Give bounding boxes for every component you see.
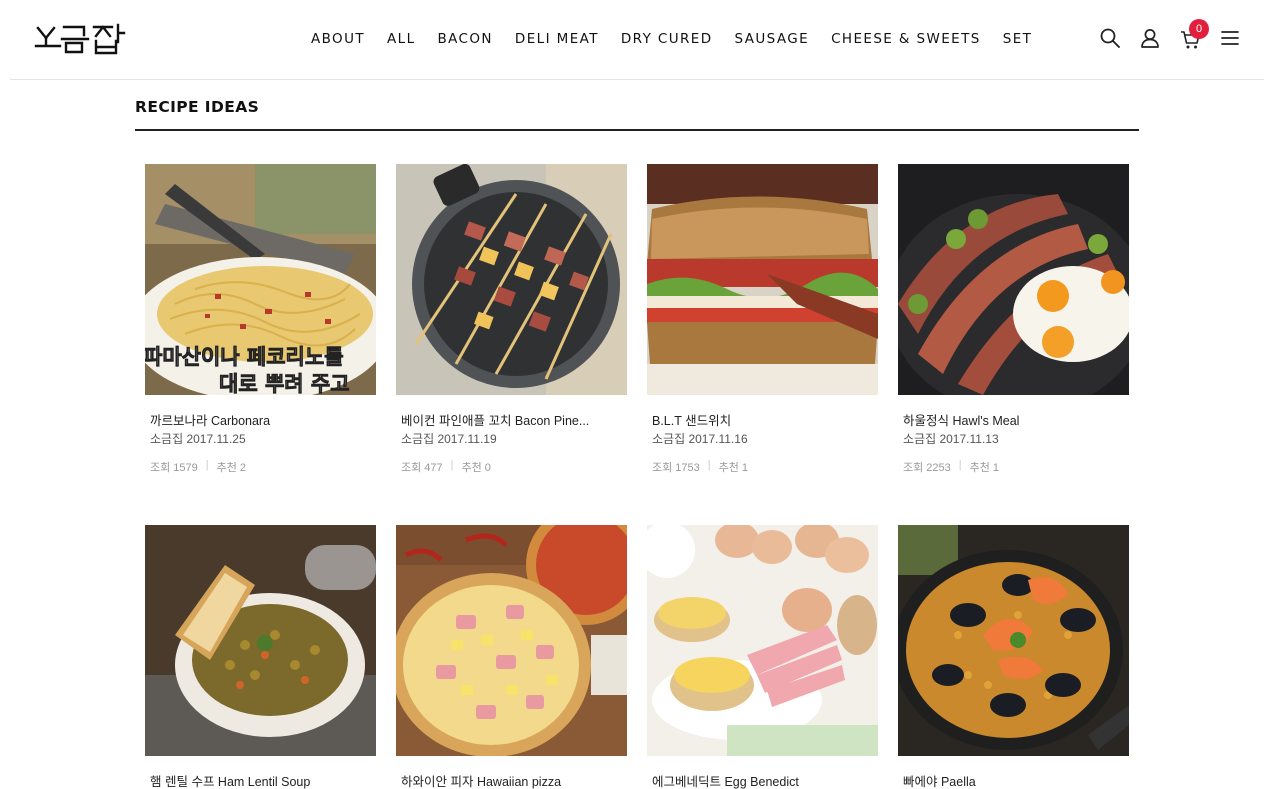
like-count: 추천 1 <box>969 462 1000 474</box>
cart-count-badge: 0 <box>1189 19 1209 39</box>
main-nav: ABOUT ALL BACON DELI MEAT DRY CURED SAUS… <box>300 30 1043 50</box>
recipe-thumbnail[interactable] <box>898 525 1129 756</box>
recipe-thumbnail[interactable] <box>396 525 627 756</box>
video-subtitle-line1: 파마산이나 페코리노를 <box>145 345 344 369</box>
view-count: 조회 2253 <box>903 462 951 474</box>
recipe-author-date: 소금집 2017.11.25 <box>150 432 246 446</box>
like-count: 추천 1 <box>718 462 749 474</box>
page-title: RECIPE IDEAS <box>135 98 260 116</box>
recipe-title[interactable]: 하울정식 Hawl's Meal <box>903 410 1129 429</box>
recipe-card-ham-lentil-soup[interactable]: 햄 렌틸 수프 Ham Lentil Soup <box>145 525 376 789</box>
recipe-stats: 조회 477 | 추천 0 <box>401 459 491 475</box>
stats-separator: | <box>707 459 711 471</box>
recipe-card-paella[interactable]: 빠에야 Paella <box>898 525 1129 789</box>
recipe-stats: 조회 1579 | 추천 2 <box>150 459 246 475</box>
recipe-author-date: 소금집 2017.11.19 <box>401 432 497 446</box>
nav-item-bacon[interactable]: BACON <box>438 30 493 50</box>
recipe-card-hawls-meal[interactable]: 하울정식 Hawl's Meal 소금집 2017.11.13 조회 2253 … <box>898 164 1129 474</box>
recipe-title[interactable]: 베이컨 파인애플 꼬치 Bacon Pine... <box>401 410 627 429</box>
egg-benedict-photo <box>647 525 878 756</box>
recipe-author-date: 소금집 2017.11.13 <box>903 432 999 446</box>
video-subtitle-line2: 대로 뿌려 주고 <box>219 372 350 395</box>
recipe-card-carbonara[interactable]: 파마산이나 페코리노를 대로 뿌려 주고 까르보나라 Carbonara 소금집… <box>145 164 376 474</box>
recipe-title[interactable]: 까르보나라 Carbonara <box>150 410 376 429</box>
stats-separator: | <box>205 459 209 471</box>
recipe-title[interactable]: 햄 렌틸 수프 Ham Lentil Soup <box>150 771 376 789</box>
bacon-skewer-photo <box>396 164 627 395</box>
view-count: 조회 1579 <box>150 462 198 474</box>
paella-photo <box>898 525 1129 756</box>
nav-item-about[interactable]: ABOUT <box>311 30 365 50</box>
recipe-title[interactable]: 에그베네딕트 Egg Benedict <box>652 771 878 789</box>
nav-item-cheese-sweets[interactable]: CHEESE & SWEETS <box>831 30 981 50</box>
lentil-soup-photo <box>145 525 376 756</box>
like-count: 추천 2 <box>216 462 247 474</box>
view-count: 조회 1753 <box>652 462 700 474</box>
nav-item-set[interactable]: SET <box>1003 30 1033 50</box>
stats-separator: | <box>450 459 454 471</box>
search-icon[interactable] <box>1099 27 1121 49</box>
recipe-title[interactable]: B.L.T 샌드위치 <box>652 410 878 429</box>
site-header: ABOUT ALL BACON DELI MEAT DRY CURED SAUS… <box>0 0 1280 80</box>
header-divider <box>10 79 1264 80</box>
carbonara-photo: 파마산이나 페코리노를 대로 뿌려 주고 <box>145 164 376 395</box>
nav-item-deli-meat[interactable]: DELI MEAT <box>515 30 599 50</box>
recipe-card-bacon-pineapple[interactable]: 베이컨 파인애플 꼬치 Bacon Pine... 소금집 2017.11.19… <box>396 164 627 474</box>
view-count: 조회 477 <box>401 462 443 474</box>
bacon-eggs-photo <box>898 164 1129 395</box>
hawaiian-pizza-photo <box>396 525 627 756</box>
nav-item-dry-cured[interactable]: DRY CURED <box>621 30 713 50</box>
recipe-thumbnail[interactable] <box>647 164 878 395</box>
recipe-thumbnail[interactable]: 파마산이나 페코리노를 대로 뿌려 주고 <box>145 164 376 395</box>
recipe-author-date: 소금집 2017.11.16 <box>652 432 748 446</box>
recipe-title[interactable]: 빠에야 Paella <box>903 771 1129 789</box>
nav-item-all[interactable]: ALL <box>387 30 415 50</box>
recipe-thumbnail[interactable] <box>396 164 627 395</box>
recipe-thumbnail[interactable] <box>898 164 1129 395</box>
recipe-stats: 조회 1753 | 추천 1 <box>652 459 748 475</box>
brand-logo-mark <box>34 23 126 55</box>
like-count: 추천 0 <box>461 462 491 474</box>
nav-item-sausage[interactable]: SAUSAGE <box>735 30 810 50</box>
recipe-thumbnail[interactable] <box>145 525 376 756</box>
recipe-stats: 조회 2253 | 추천 1 <box>903 459 999 475</box>
brand-logo[interactable] <box>34 22 128 56</box>
recipe-card-blt[interactable]: B.L.T 샌드위치 소금집 2017.11.16 조회 1753 | 추천 1 <box>647 164 878 474</box>
title-underline <box>135 129 1139 131</box>
recipe-thumbnail[interactable] <box>647 525 878 756</box>
hamburger-icon[interactable] <box>1219 27 1241 49</box>
user-icon[interactable] <box>1139 27 1161 49</box>
blt-sandwich-photo <box>647 164 878 395</box>
stats-separator: | <box>958 459 962 471</box>
recipe-card-hawaiian-pizza[interactable]: 하와이안 피자 Hawaiian pizza <box>396 525 627 789</box>
recipe-title[interactable]: 하와이안 피자 Hawaiian pizza <box>401 771 627 789</box>
recipe-card-egg-benedict[interactable]: 에그베네딕트 Egg Benedict <box>647 525 878 789</box>
